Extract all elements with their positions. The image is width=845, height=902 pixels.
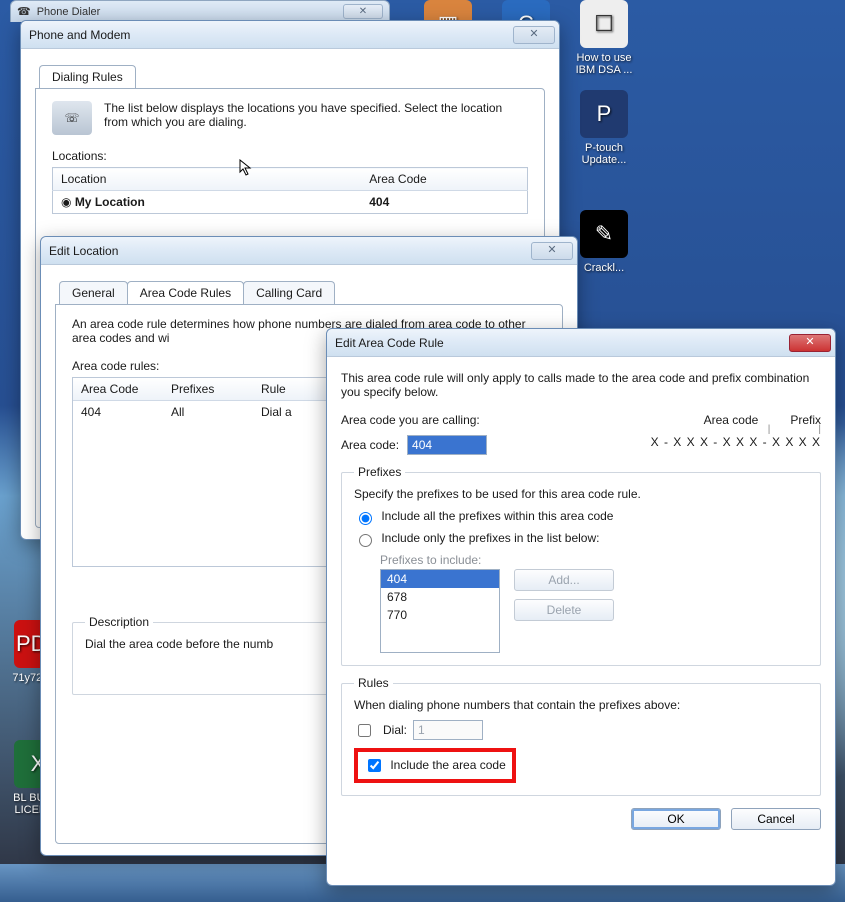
desktop-icon-label: P-touch Update... <box>582 142 627 166</box>
cell-areacode: 404 <box>73 401 163 424</box>
phone-and-modem-tabstrip: Dialing Rules <box>39 65 545 88</box>
locations-table[interactable]: Location Area Code ◉ My Location 404 <box>52 167 528 214</box>
include-area-code-label: Include the area code <box>390 758 505 772</box>
tab-calling-card[interactable]: Calling Card <box>243 281 335 304</box>
radio-include-all-label: Include all the prefixes within this are… <box>381 509 613 523</box>
tab-dialing-rules[interactable]: Dialing Rules <box>39 65 136 88</box>
phone-and-modem-titlebar[interactable]: Phone and Modem ✕ <box>21 21 559 49</box>
description-legend: Description <box>85 615 153 629</box>
mouse-cursor-icon <box>239 159 253 177</box>
radio-selected-icon: ◉ <box>61 195 75 209</box>
desktop-icon[interactable]: P P-touch Update... <box>566 90 642 166</box>
rules-group: Rules When dialing phone numbers that co… <box>341 676 821 796</box>
tab-general[interactable]: General <box>59 281 128 304</box>
rules-legend: Rules <box>354 676 393 690</box>
diagram-pf-label: Prefix <box>790 413 821 427</box>
close-icon[interactable]: ✕ <box>531 242 573 260</box>
area-code-calling-label: Area code you are calling: <box>341 413 631 427</box>
location-name: My Location <box>75 195 145 209</box>
list-item[interactable]: 678 <box>381 588 499 606</box>
crackl-icon: ✎ <box>580 210 628 258</box>
diagram-tick-icon: | <box>768 427 771 433</box>
list-item[interactable]: 770 <box>381 606 499 624</box>
col-prefixes[interactable]: Prefixes <box>163 378 253 401</box>
rules-when: When dialing phone numbers that contain … <box>354 698 808 712</box>
desktop-icon-label: How to use IBM DSA ... <box>576 52 633 76</box>
delete-button[interactable]: Delete <box>514 599 614 621</box>
edit-location-title: Edit Location <box>49 244 531 258</box>
diagram-mask: X - X X X - X X X - X X X X <box>651 435 821 449</box>
close-icon[interactable]: ✕ <box>789 334 831 352</box>
phone-icon: ☎ <box>17 5 31 18</box>
area-code-label: Area code: <box>341 438 399 452</box>
dial-input[interactable] <box>413 720 483 740</box>
phone-and-modem-title: Phone and Modem <box>29 28 513 42</box>
dial-label: Dial: <box>383 723 407 737</box>
area-code-input[interactable] <box>407 435 487 455</box>
location-areacode: 404 <box>369 195 389 209</box>
include-area-code-option[interactable]: Include the area code <box>364 758 506 772</box>
close-icon[interactable]: ✕ <box>343 4 383 19</box>
desktop-icon-label: Crackl... <box>584 262 624 274</box>
radio-include-all-input[interactable] <box>359 512 372 525</box>
close-icon[interactable]: ✕ <box>513 26 555 44</box>
diagram-ac-label: Area code <box>704 413 759 427</box>
prefixes-to-include-label: Prefixes to include: <box>380 553 808 567</box>
add-button[interactable]: Add... <box>514 569 614 591</box>
phone-dialer-title-text: Phone Dialer <box>37 6 101 18</box>
edit-location-tabstrip: General Area Code Rules Calling Card <box>59 281 563 304</box>
radio-include-list[interactable]: Include only the prefixes in the list be… <box>354 531 599 545</box>
cancel-button[interactable]: Cancel <box>731 808 821 830</box>
diagram-tick-icon: | <box>818 427 821 433</box>
include-area-code-checkbox[interactable] <box>368 759 381 772</box>
radio-include-list-label: Include only the prefixes in the list be… <box>381 531 599 545</box>
edit-rule-intro: This area code rule will only apply to c… <box>341 371 821 399</box>
desktop-icon[interactable]: ☐ How to use IBM DSA ... <box>566 0 642 76</box>
phone-device-icon: ☏ <box>52 101 92 135</box>
edit-area-code-rule-window: Edit Area Code Rule ✕ This area code rul… <box>326 328 836 886</box>
phone-dialer-window-title: ☎ Phone Dialer ✕ <box>10 0 390 22</box>
list-item[interactable]: 404 <box>381 570 499 588</box>
table-row[interactable]: ◉ My Location 404 <box>53 191 528 214</box>
doc-icon: ☐ <box>580 0 628 48</box>
prefixes-spec: Specify the prefixes to be used for this… <box>354 487 808 501</box>
prefixes-listbox[interactable]: 404 678 770 <box>380 569 500 653</box>
radio-include-all[interactable]: Include all the prefixes within this are… <box>354 509 613 523</box>
locations-label: Locations: <box>52 149 528 163</box>
phone-and-modem-intro: The list below displays the locations yo… <box>104 101 528 129</box>
ok-button[interactable]: OK <box>631 808 721 830</box>
radio-include-list-input[interactable] <box>359 534 372 547</box>
locations-col-location[interactable]: Location <box>53 168 362 191</box>
tab-area-code-rules[interactable]: Area Code Rules <box>127 281 244 304</box>
include-area-code-highlight: Include the area code <box>354 748 516 783</box>
col-area-code[interactable]: Area Code <box>73 378 163 401</box>
ptouch-icon: P <box>580 90 628 138</box>
edit-rule-title: Edit Area Code Rule <box>335 336 789 350</box>
prefixes-group: Prefixes Specify the prefixes to be used… <box>341 465 821 666</box>
edit-location-titlebar[interactable]: Edit Location ✕ <box>41 237 577 265</box>
edit-rule-titlebar[interactable]: Edit Area Code Rule ✕ <box>327 329 835 357</box>
locations-col-areacode[interactable]: Area Code <box>361 168 527 191</box>
cell-prefixes: All <box>163 401 253 424</box>
dial-checkbox[interactable] <box>358 724 371 737</box>
prefixes-legend: Prefixes <box>354 465 405 479</box>
